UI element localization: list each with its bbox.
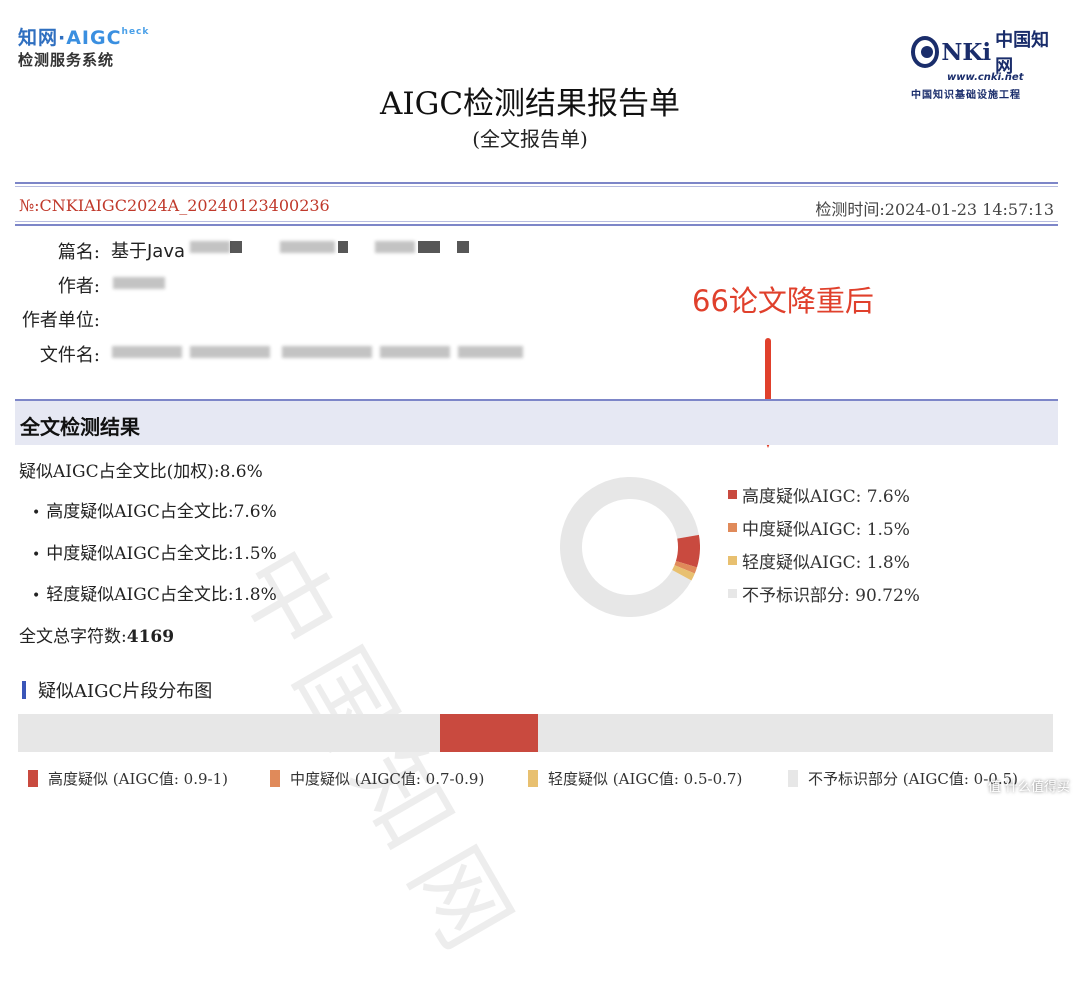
logo-service-text: 检测服务系统 <box>18 50 115 69</box>
distribution-title-row: 疑似AIGC片段分布图 <box>22 677 212 703</box>
legend-swatch-icon <box>728 556 737 565</box>
key-swatch-icon <box>788 770 798 787</box>
key-item-high: 高度疑似 (AIGC值: 0.9-1) <box>28 768 228 789</box>
legend-item-low: 轻度疑似AIGC: 1.8% <box>728 548 910 573</box>
unit-label: 作者单位: <box>21 310 100 331</box>
mid-ratio-row: • 中度疑似AIGC占全文比:1.5% <box>32 544 277 564</box>
legend-swatch-icon <box>728 589 737 598</box>
legend-label: 不予标识部分: 90.72% <box>742 586 920 606</box>
legend-label: 轻度疑似AIGC: 1.8% <box>742 553 910 573</box>
key-label: 高度疑似 (AIGC值: 0.9-1) <box>48 770 228 788</box>
cnki-c-icon <box>911 36 940 68</box>
high-ratio-row: • 高度疑似AIGC占全文比:7.6% <box>32 502 277 522</box>
file-label: 文件名: <box>39 345 100 366</box>
donut-slice-unmarked <box>560 477 699 617</box>
total-chars-label: 全文总字符数: <box>19 627 127 647</box>
aigc-check-logo: 知网·AIGCheck 检测服务系统 <box>18 27 150 69</box>
distribution-title: 疑似AIGC片段分布图 <box>38 681 213 702</box>
key-item-low: 轻度疑似 (AIGC值: 0.5-0.7) <box>528 768 742 789</box>
report-number-bar: №:CNKIAIGC2024A_20240123400236 检测时间:2024… <box>15 182 1058 226</box>
legend-label: 中度疑似AIGC: 1.5% <box>742 520 910 540</box>
legend-item-mid: 中度疑似AIGC: 1.5% <box>728 515 910 540</box>
watermark: 中国知网 <box>215 531 541 985</box>
site-watermark: 值 什么值得买 <box>987 780 1070 795</box>
donut-slice-low <box>672 565 695 581</box>
high-ratio: 高度疑似AIGC占全文比:7.6% <box>46 502 277 522</box>
key-swatch-icon <box>28 770 38 787</box>
report-number: №:CNKIAIGC2024A_20240123400236 <box>19 196 330 215</box>
legend-swatch-icon <box>728 490 737 499</box>
total-chars-value: 4169 <box>126 627 175 647</box>
author-redacted <box>113 277 165 289</box>
title-label: 篇名: <box>57 242 100 263</box>
aigc-donut-chart <box>560 477 700 617</box>
distribution-track <box>18 714 1053 752</box>
section-title: 全文检测结果 <box>20 415 140 439</box>
author-label: 作者: <box>57 276 100 297</box>
title-value: 基于Java <box>111 241 186 262</box>
weighted-ratio: 疑似AIGC占全文比(加权):8.6% <box>19 462 263 482</box>
key-label: 轻度疑似 (AIGC值: 0.5-0.7) <box>548 770 743 788</box>
key-swatch-icon <box>528 770 538 787</box>
logo-check-text: heck <box>121 27 150 37</box>
legend-swatch-icon <box>728 523 737 532</box>
page-title: AIGC检测结果报告单 <box>379 86 681 122</box>
logo-aigc-text: AIGC <box>66 27 122 49</box>
key-item-mid: 中度疑似 (AIGC值: 0.7-0.9) <box>270 768 484 789</box>
cnki-cn-name: 中国知网 <box>995 30 1050 77</box>
key-swatch-icon <box>270 770 280 787</box>
report-time: 检测时间:2024-01-23 14:57:13 <box>815 200 1054 219</box>
section-header: 全文检测结果 <box>15 399 1058 445</box>
donut-slice-mid <box>674 560 697 574</box>
annotation-text: 66论文降重后 <box>692 284 874 318</box>
donut-slice-high <box>675 534 700 568</box>
mid-ratio: 中度疑似AIGC占全文比:1.5% <box>46 544 277 564</box>
logo-left-line1: 知网·AIGCheck <box>18 27 150 49</box>
legend-label: 高度疑似AIGC: 7.6% <box>742 487 910 507</box>
page-subtitle: (全文报告单) <box>472 127 588 151</box>
key-label: 中度疑似 (AIGC值: 0.7-0.9) <box>290 770 485 788</box>
section-marker-icon <box>22 681 26 699</box>
total-chars-row: 全文总字符数:4169 <box>19 622 174 647</box>
legend-item-high: 高度疑似AIGC: 7.6% <box>728 482 910 507</box>
legend-item-unmarked: 不予标识部分: 90.72% <box>728 581 920 606</box>
logo-zhiwang-text: 知网· <box>18 27 67 49</box>
key-label: 不予标识部分 (AIGC值: 0-0.5) <box>808 770 1018 788</box>
key-item-unmarked: 不予标识部分 (AIGC值: 0-0.5) <box>788 768 1018 789</box>
distribution-segment <box>440 714 538 752</box>
cnki-word: NKi <box>941 38 992 66</box>
